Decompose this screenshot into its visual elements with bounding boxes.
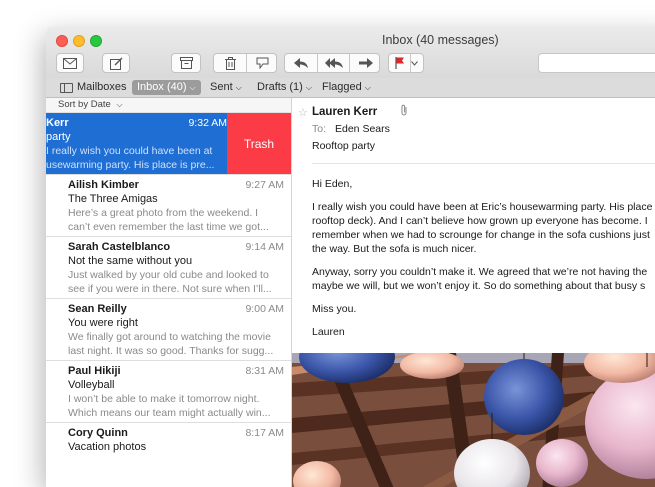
body-paragraph: Anyway, sorry you couldn’t make it. We a… (312, 266, 648, 292)
zoom-window-button[interactable] (90, 35, 102, 47)
message-list: Sort by Date ⌵ Kerr 9:32 AM party I real… (46, 98, 292, 487)
junk-icon (256, 57, 269, 69)
attached-photo[interactable] (292, 353, 655, 487)
chevron-down-icon: ⌵ (235, 83, 242, 92)
sender-name: Sean Reilly (68, 303, 127, 315)
swipe-trash-button[interactable]: Trash (227, 113, 291, 174)
sender-name: Ailish Kimber (68, 179, 139, 191)
message-body: Hi Eden, I really wish you could have be… (312, 177, 655, 348)
trash-icon (224, 56, 236, 70)
chevron-down-icon: ⌵ (364, 83, 371, 92)
forward-icon (358, 58, 373, 68)
archive-icon (179, 57, 193, 69)
star-icon[interactable]: ☆ (298, 106, 308, 119)
body-closing: Miss you. (312, 303, 357, 315)
chevron-down-icon (410, 60, 418, 66)
mail-window: Inbox (40 messages) Mailboxes Inbox (40)… (46, 27, 655, 487)
compose-button[interactable] (102, 53, 130, 73)
get-mail-icon (63, 57, 77, 69)
compose-icon (109, 57, 122, 70)
flagged-label: Flagged (322, 81, 362, 93)
message-preview: Just walked by your old cube and looked … (68, 269, 272, 295)
chevron-down-icon: ⌵ (305, 83, 312, 92)
message-subject-heading: Rooftop party (312, 140, 376, 152)
list-item[interactable]: Sarah Castelblanco 9:14 AM Not the same … (46, 237, 291, 299)
to-label: To: (312, 123, 327, 135)
list-item[interactable]: Ailish Kimber 9:27 AM The Three Amigas H… (46, 175, 291, 237)
message-to[interactable]: Eden Sears (335, 123, 390, 135)
chevron-down-icon: ⌵ (189, 83, 196, 92)
reply-button[interactable] (285, 54, 317, 72)
flag-icon (394, 57, 404, 69)
sort-label: Sort by Date (58, 99, 111, 110)
favorites-bar: Mailboxes Inbox (40) ⌵ Sent ⌵ Drafts (1)… (46, 78, 655, 98)
body-greeting: Hi Eden, (312, 178, 353, 190)
sort-menu[interactable]: Sort by Date ⌵ (46, 98, 291, 113)
message-subject: party (46, 131, 71, 143)
favorite-sent[interactable]: Sent ⌵ (210, 80, 242, 95)
lantern-photo (292, 353, 655, 487)
junk-button[interactable] (247, 54, 278, 72)
close-window-button[interactable] (56, 35, 68, 47)
message-subject: Vacation photos (68, 441, 147, 453)
sender-name: Sarah Castelblanco (68, 241, 171, 253)
list-item[interactable]: Cory Quinn 8:17 AM Vacation photos (46, 423, 291, 485)
message-subject: Not the same without you (68, 255, 193, 267)
sender-name: Kerr (46, 117, 69, 129)
list-item[interactable]: Sean Reilly 9:00 AM You were right We fi… (46, 299, 291, 361)
search-field[interactable] (538, 53, 655, 73)
message-from[interactable]: Lauren Kerr (312, 106, 377, 118)
favorite-inbox[interactable]: Inbox (40) ⌵ (132, 80, 201, 95)
reply-all-button[interactable] (318, 54, 349, 72)
chevron-down-icon: ⌵ (116, 100, 123, 109)
delete-button[interactable] (214, 54, 246, 72)
body-paragraph: I really wish you could have been at Eri… (312, 201, 653, 255)
drafts-label: Drafts (1) (257, 81, 303, 93)
get-mail-button[interactable] (56, 53, 84, 73)
flag-menu-button[interactable] (388, 53, 424, 73)
archive-button[interactable] (171, 53, 201, 73)
message-preview: I won’t be able to make it tomorrow nigh… (68, 393, 271, 419)
message-viewer: ☆ Lauren Kerr To: Eden Sears Rooftop par… (292, 98, 655, 487)
message-time: 9:00 AM (245, 303, 284, 315)
message-subject: The Three Amigas (68, 193, 158, 205)
sender-name: Cory Quinn (68, 427, 128, 439)
favorite-drafts[interactable]: Drafts (1) ⌵ (257, 80, 312, 95)
paperclip-icon (401, 104, 407, 116)
sender-name: Paul Hikiji (68, 365, 121, 377)
mailboxes-button[interactable]: Mailboxes (60, 80, 127, 95)
message-time: 9:27 AM (245, 179, 284, 191)
header-divider (312, 163, 655, 164)
delete-junk-segment (213, 53, 277, 73)
body-signature: Lauren (312, 326, 345, 338)
message-time: 9:32 AM (188, 117, 227, 129)
window-title: Inbox (40 messages) (382, 33, 499, 47)
reply-icon (294, 58, 308, 68)
message-preview: Here’s a great photo from the weekend. I… (68, 207, 269, 233)
sidebar-icon (60, 82, 73, 93)
message-preview: We finally got around to watching the mo… (68, 331, 274, 357)
mailboxes-label: Mailboxes (77, 81, 127, 93)
favorite-flagged[interactable]: Flagged ⌵ (322, 80, 371, 95)
reply-segment (284, 53, 380, 73)
minimize-window-button[interactable] (73, 35, 85, 47)
list-item[interactable]: Paul Hikiji 8:31 AM Volleyball I won’t b… (46, 361, 291, 423)
message-time: 9:14 AM (245, 241, 284, 253)
segment-divider (410, 54, 411, 72)
forward-button[interactable] (350, 54, 381, 72)
sent-label: Sent (210, 81, 233, 93)
reply-all-icon (324, 58, 343, 68)
message-subject: Volleyball (68, 379, 115, 391)
message-preview: I really wish you could have been at use… (46, 145, 215, 171)
list-item[interactable]: Kerr 9:32 AM party I really wish you cou… (46, 113, 291, 175)
message-time: 8:31 AM (245, 365, 284, 377)
message-time: 8:17 AM (245, 427, 284, 439)
inbox-label: Inbox (40) (137, 81, 187, 93)
message-subject: You were right (68, 317, 138, 329)
